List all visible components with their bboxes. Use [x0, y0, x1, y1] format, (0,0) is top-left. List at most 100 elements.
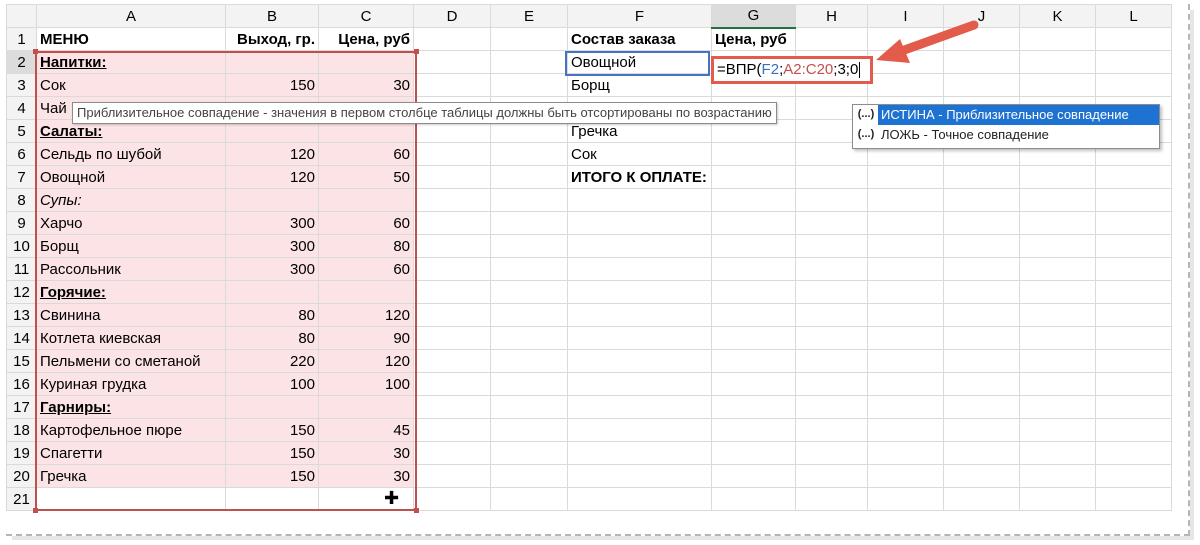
cell-d14[interactable]	[413, 326, 491, 350]
cell-c12[interactable]	[318, 280, 414, 304]
cell-j8[interactable]	[943, 188, 1020, 212]
cell-b18[interactable]: 150	[225, 418, 319, 442]
column-header-a[interactable]: A	[36, 4, 226, 28]
cell-c3[interactable]: 30	[318, 73, 414, 97]
cell-b15[interactable]: 220	[225, 349, 319, 373]
select-all-corner[interactable]	[6, 4, 37, 28]
cell-a7[interactable]: Овощной	[36, 165, 226, 189]
cell-f8[interactable]	[567, 188, 712, 212]
cell-e21[interactable]	[490, 487, 568, 511]
cell-f9[interactable]	[567, 211, 712, 235]
cell-b16[interactable]: 100	[225, 372, 319, 396]
cell-k20[interactable]	[1019, 464, 1096, 488]
row-header[interactable]: 21	[6, 487, 37, 511]
cell-k19[interactable]	[1019, 441, 1096, 465]
cell-j16[interactable]	[943, 372, 1020, 396]
cell-l16[interactable]	[1095, 372, 1172, 396]
cell-j10[interactable]	[943, 234, 1020, 258]
cell-b21[interactable]	[225, 487, 319, 511]
cell-c8[interactable]	[318, 188, 414, 212]
column-header-c[interactable]: C	[318, 4, 414, 28]
cell-b3[interactable]: 150	[225, 73, 319, 97]
cell-k8[interactable]	[1019, 188, 1096, 212]
cell-e13[interactable]	[490, 303, 568, 327]
cell-b2[interactable]	[225, 50, 319, 74]
cell-c13[interactable]: 120	[318, 303, 414, 327]
cell-k16[interactable]	[1019, 372, 1096, 396]
cell-f3[interactable]: Борщ	[567, 73, 712, 97]
cell-b6[interactable]: 120	[225, 142, 319, 166]
cell-g1[interactable]: Цена, руб	[711, 27, 796, 51]
cell-f10[interactable]	[567, 234, 712, 258]
cell-e9[interactable]	[490, 211, 568, 235]
cell-e14[interactable]	[490, 326, 568, 350]
cell-a12[interactable]: Горячие:	[36, 280, 226, 304]
cell-a16[interactable]: Куриная грудка	[36, 372, 226, 396]
cell-c18[interactable]: 45	[318, 418, 414, 442]
row-header[interactable]: 17	[6, 395, 37, 419]
cell-b13[interactable]: 80	[225, 303, 319, 327]
column-header-d[interactable]: D	[413, 4, 491, 28]
cell-l17[interactable]	[1095, 395, 1172, 419]
cell-g17[interactable]	[711, 395, 796, 419]
cell-l2[interactable]	[1095, 50, 1172, 74]
cell-j17[interactable]	[943, 395, 1020, 419]
row-header[interactable]: 14	[6, 326, 37, 350]
cell-j9[interactable]	[943, 211, 1020, 235]
cell-h12[interactable]	[795, 280, 868, 304]
cell-i19[interactable]	[867, 441, 944, 465]
cell-j11[interactable]	[943, 257, 1020, 281]
cell-d6[interactable]	[413, 142, 491, 166]
cell-c7[interactable]: 50	[318, 165, 414, 189]
cell-h14[interactable]	[795, 326, 868, 350]
cell-g12[interactable]	[711, 280, 796, 304]
autocomplete-option-false[interactable]: (...) ЛОЖЬ - Точное совпадение	[853, 125, 1159, 145]
cell-c20[interactable]: 30	[318, 464, 414, 488]
cell-a10[interactable]: Борщ	[36, 234, 226, 258]
cell-j7[interactable]	[943, 165, 1020, 189]
autocomplete-option-true[interactable]: (...) ИСТИНА - Приблизительное совпадени…	[858, 105, 1159, 125]
cell-e19[interactable]	[490, 441, 568, 465]
cell-k2[interactable]	[1019, 50, 1096, 74]
cell-d8[interactable]	[413, 188, 491, 212]
cell-k12[interactable]	[1019, 280, 1096, 304]
cell-e10[interactable]	[490, 234, 568, 258]
cell-d11[interactable]	[413, 257, 491, 281]
cell-a13[interactable]: Свинина	[36, 303, 226, 327]
cell-b14[interactable]: 80	[225, 326, 319, 350]
cell-g13[interactable]	[711, 303, 796, 327]
row-header[interactable]: 10	[6, 234, 37, 258]
cell-d21[interactable]	[413, 487, 491, 511]
cell-f17[interactable]	[567, 395, 712, 419]
row-header[interactable]: 3	[6, 73, 37, 97]
cell-l18[interactable]	[1095, 418, 1172, 442]
cell-h10[interactable]	[795, 234, 868, 258]
cell-i21[interactable]	[867, 487, 944, 511]
cell-j12[interactable]	[943, 280, 1020, 304]
cell-f20[interactable]	[567, 464, 712, 488]
cell-f11[interactable]	[567, 257, 712, 281]
cell-a19[interactable]: Спагетти	[36, 441, 226, 465]
cell-d12[interactable]	[413, 280, 491, 304]
row-header[interactable]: 13	[6, 303, 37, 327]
row-header[interactable]: 4	[6, 96, 37, 120]
cell-k11[interactable]	[1019, 257, 1096, 281]
cell-i14[interactable]	[867, 326, 944, 350]
cell-h13[interactable]	[795, 303, 868, 327]
cell-g14[interactable]	[711, 326, 796, 350]
cell-e15[interactable]	[490, 349, 568, 373]
row-header[interactable]: 15	[6, 349, 37, 373]
cell-b7[interactable]: 120	[225, 165, 319, 189]
column-header-k[interactable]: K	[1019, 4, 1096, 28]
cell-k9[interactable]	[1019, 211, 1096, 235]
cell-i17[interactable]	[867, 395, 944, 419]
cell-l8[interactable]	[1095, 188, 1172, 212]
cell-f6[interactable]: Сок	[567, 142, 712, 166]
cell-i13[interactable]	[867, 303, 944, 327]
cell-g19[interactable]	[711, 441, 796, 465]
cell-l15[interactable]	[1095, 349, 1172, 373]
cell-i15[interactable]	[867, 349, 944, 373]
cell-d16[interactable]	[413, 372, 491, 396]
row-header[interactable]: 19	[6, 441, 37, 465]
cell-b17[interactable]	[225, 395, 319, 419]
